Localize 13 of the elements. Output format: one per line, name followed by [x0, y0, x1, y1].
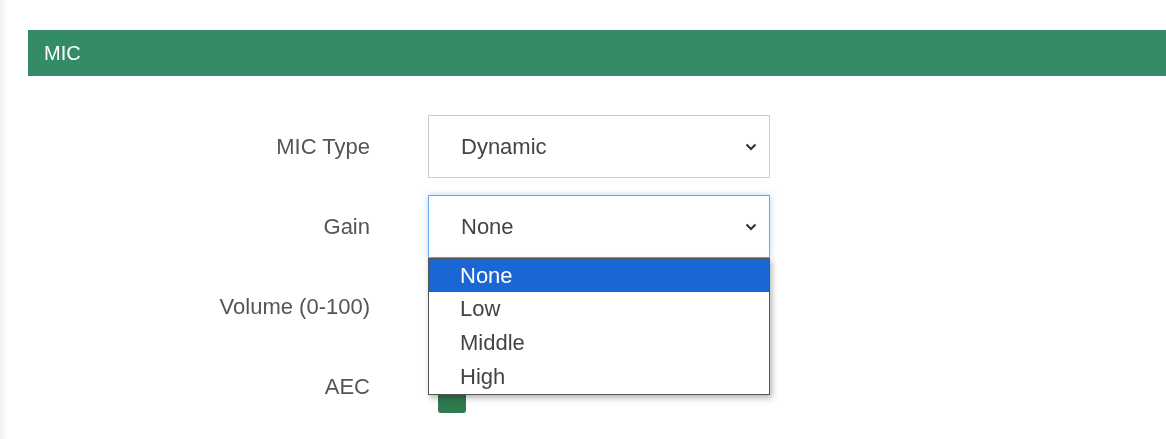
dropdown-option[interactable]: Middle: [429, 326, 769, 360]
dropdown-option[interactable]: High: [429, 360, 769, 394]
dropdown-option[interactable]: None: [429, 259, 769, 292]
chevron-down-icon: [745, 222, 757, 231]
select-field[interactable]: None: [428, 195, 770, 258]
field-label: AEC: [323, 373, 370, 401]
section-title: MIC: [44, 41, 81, 66]
field-label: Volume (0-100): [218, 293, 370, 321]
field-label: Gain: [322, 213, 370, 241]
dropdown-option[interactable]: Low: [429, 292, 769, 326]
select-field[interactable]: Dynamic: [428, 115, 770, 178]
field-label: MIC Type: [275, 133, 370, 161]
chevron-down-icon: [745, 142, 757, 151]
